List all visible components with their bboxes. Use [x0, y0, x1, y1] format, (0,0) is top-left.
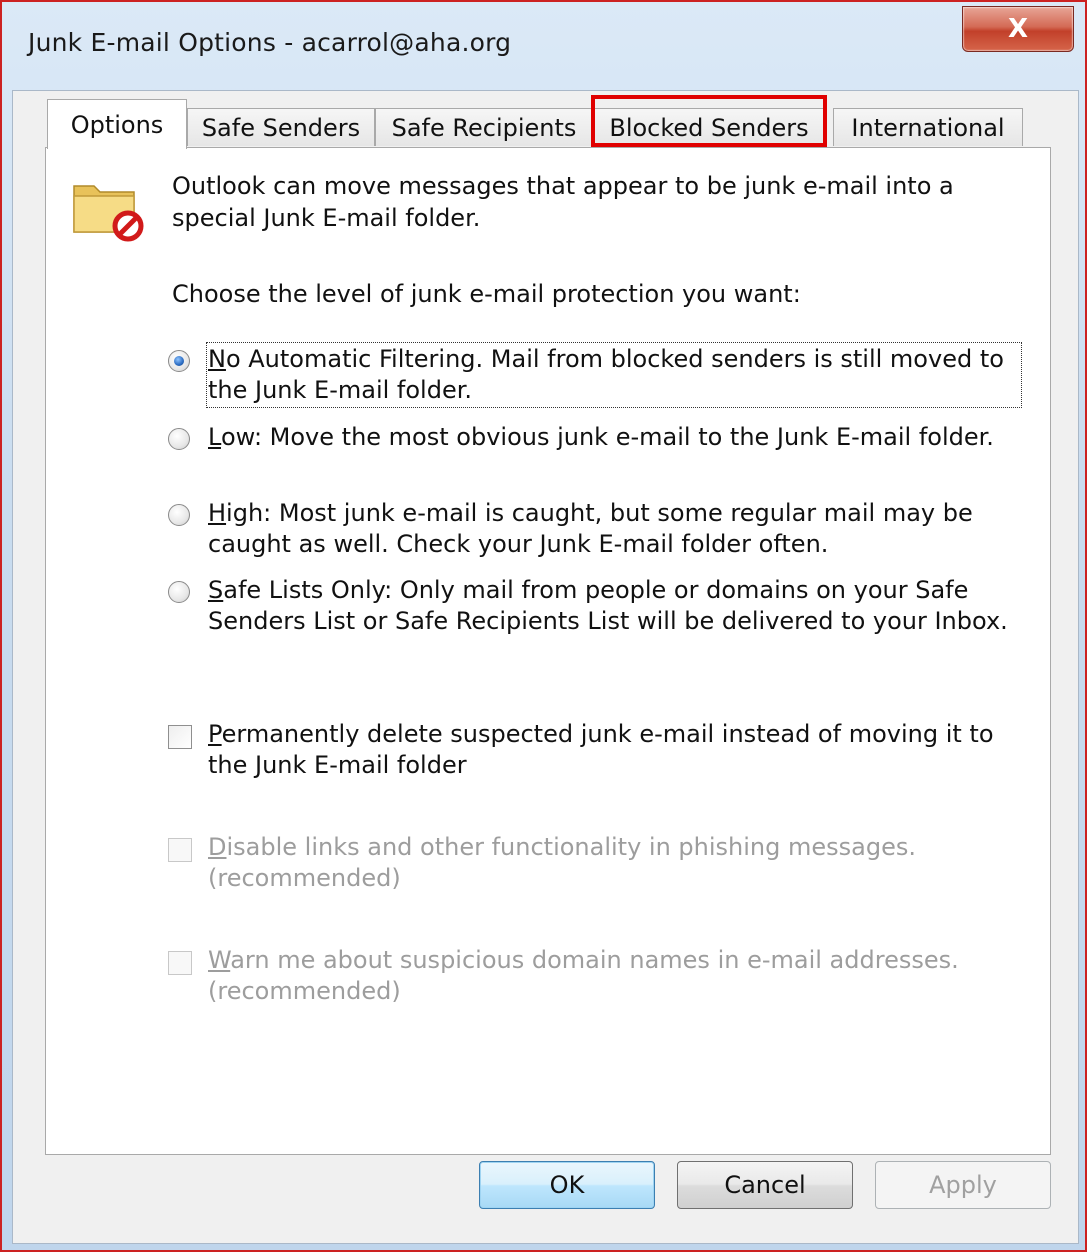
tab-options[interactable]: Options	[47, 99, 187, 149]
junk-folder-blocked-icon	[70, 172, 146, 242]
options-tab-panel: Outlook can move messages that appear to…	[45, 147, 1051, 1155]
choose-level-label: Choose the level of junk e-mail protecti…	[172, 280, 801, 308]
label-high[interactable]: High: Most junk e-mail is caught, but so…	[208, 498, 1020, 560]
radio-high[interactable]	[168, 504, 190, 526]
warn-domains-checkbox	[168, 951, 192, 975]
ok-button[interactable]: OK	[479, 1161, 655, 1209]
disable-links-checkbox	[168, 838, 192, 862]
close-icon: X	[1007, 14, 1029, 44]
intro-text: Outlook can move messages that appear to…	[172, 172, 954, 232]
label-safe-lists-only[interactable]: Safe Lists Only: Only mail from people o…	[208, 575, 1020, 637]
permanently-delete-label[interactable]: Permanently delete suspected junk e-mail…	[208, 719, 1028, 781]
window-title: Junk E-mail Options - acarrol@aha.org	[28, 28, 512, 57]
junk-email-options-dialog: Junk E-mail Options - acarrol@aha.org X …	[0, 0, 1087, 1252]
apply-button: Apply	[875, 1161, 1051, 1209]
warn-domains-label: Warn me about suspicious domain names in…	[208, 946, 959, 1005]
permanently-delete-checkbox[interactable]	[168, 725, 192, 749]
radio-no-automatic-filtering[interactable]	[168, 350, 190, 372]
radio-safe-lists-only[interactable]	[168, 581, 190, 603]
tab-strip: Options Safe Senders Safe Recipients Blo…	[47, 95, 1037, 149]
tab-international[interactable]: International	[833, 108, 1023, 146]
label-low[interactable]: Low: Move the most obvious junk e-mail t…	[208, 422, 1020, 453]
disable-links-label: Disable links and other functionality in…	[208, 833, 916, 892]
tab-safe-senders[interactable]: Safe Senders	[187, 108, 375, 146]
tab-blocked-senders[interactable]: Blocked Senders	[593, 108, 825, 146]
cancel-button[interactable]: Cancel	[677, 1161, 853, 1209]
radio-low[interactable]	[168, 428, 190, 450]
tab-safe-recipients[interactable]: Safe Recipients	[375, 108, 593, 146]
label-no-automatic-filtering[interactable]: No Automatic Filtering. Mail from blocke…	[206, 342, 1022, 408]
dialog-client-area: Options Safe Senders Safe Recipients Blo…	[12, 90, 1079, 1244]
title-bar[interactable]: Junk E-mail Options - acarrol@aha.org X	[2, 2, 1085, 88]
close-button[interactable]: X	[962, 6, 1074, 52]
